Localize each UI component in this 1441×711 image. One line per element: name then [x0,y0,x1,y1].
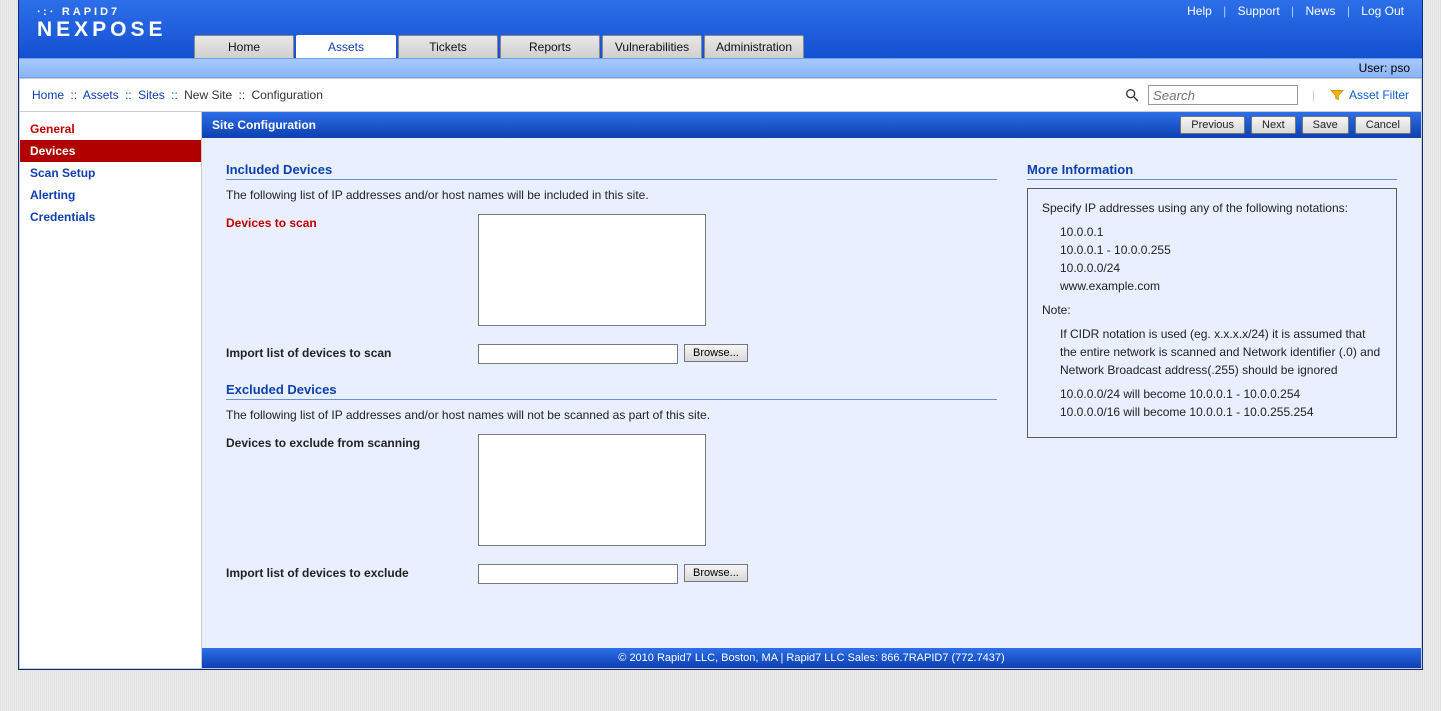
form-column: Included Devices The following list of I… [226,162,997,588]
filter-icon [1329,87,1345,103]
crumb-config: Configuration [252,88,323,102]
included-desc: The following list of IP addresses and/o… [226,188,997,202]
sidenav: General Devices Scan Setup Alerting Cred… [20,112,202,668]
top-links: Help | Support | News | Log Out [1179,0,1412,18]
crumb-assets[interactable]: Assets [83,88,119,102]
link-logout[interactable]: Log Out [1353,4,1412,18]
panel-buttons: Previous Next Save Cancel [1180,116,1411,134]
import-exclude-input[interactable] [478,564,678,584]
panel-body: Included Devices The following list of I… [202,138,1421,648]
link-news[interactable]: News [1297,4,1343,18]
link-help[interactable]: Help [1179,4,1220,18]
tab-vulnerabilities[interactable]: Vulnerabilities [602,35,702,58]
info-ex-3: 10.0.0.0/24 [1060,259,1382,277]
cancel-button[interactable]: Cancel [1355,116,1411,134]
breadcrumb: Home :: Assets :: Sites :: New Site :: C… [32,88,323,102]
info-intro: Specify IP addresses using any of the fo… [1042,199,1382,217]
panel-header: Site Configuration Previous Next Save Ca… [202,112,1421,138]
info-note-ex-1: 10.0.0.0/24 will become 10.0.0.1 - 10.0.… [1060,385,1382,403]
separator: | [1306,88,1321,102]
toolbar: Home :: Assets :: Sites :: New Site :: C… [19,78,1422,112]
asset-filter-label: Asset Filter [1349,88,1409,102]
import-exclude-label: Import list of devices to exclude [226,564,478,580]
info-column: More Information Specify IP addresses us… [1027,162,1397,438]
crumb-newsite: New Site [184,88,232,102]
content: General Devices Scan Setup Alerting Cred… [19,112,1422,669]
separator: | [1347,4,1350,18]
user-label: User: pso [1359,61,1410,75]
save-button[interactable]: Save [1302,116,1349,134]
devices-to-exclude-label: Devices to exclude from scanning [226,434,478,450]
sidenav-general[interactable]: General [20,118,201,140]
brand-line2: NEXPOSE [37,18,167,42]
browse-exclude-button[interactable]: Browse... [684,564,748,582]
asset-filter-link[interactable]: Asset Filter [1329,87,1409,103]
devices-to-scan-row: Devices to scan [226,214,997,326]
crumb-sites[interactable]: Sites [138,88,165,102]
devices-to-scan-textarea[interactable] [478,214,706,326]
user-bar: User: pso [19,58,1422,78]
main-panel: Site Configuration Previous Next Save Ca… [202,112,1421,668]
tab-assets[interactable]: Assets [296,35,396,58]
next-button[interactable]: Next [1251,116,1296,134]
sidenav-alerting[interactable]: Alerting [20,184,201,206]
separator: | [1223,4,1226,18]
devices-to-exclude-textarea[interactable] [478,434,706,546]
import-include-row: Import list of devices to scan Browse... [226,344,997,364]
info-note-label: Note: [1042,301,1382,319]
sidenav-scan-setup[interactable]: Scan Setup [20,162,201,184]
brand-line1: ∙:∙ RAPID7 [37,6,167,18]
link-support[interactable]: Support [1230,4,1288,18]
search-input[interactable] [1148,85,1298,105]
browse-include-button[interactable]: Browse... [684,344,748,362]
info-ex-2: 10.0.0.1 - 10.0.0.255 [1060,241,1382,259]
devices-to-scan-label: Devices to scan [226,214,478,230]
info-note-examples: 10.0.0.0/24 will become 10.0.0.1 - 10.0.… [1060,385,1382,421]
info-box: Specify IP addresses using any of the fo… [1027,188,1397,438]
separator: | [1291,4,1294,18]
info-ex-4: www.example.com [1060,277,1382,295]
excluded-desc: The following list of IP addresses and/o… [226,408,997,422]
previous-button[interactable]: Previous [1180,116,1245,134]
tabstrip: Home Assets Tickets Reports Vulnerabilit… [194,35,806,58]
footer-text: © 2010 Rapid7 LLC, Boston, MA | Rapid7 L… [618,652,1004,664]
crumb-home[interactable]: Home [32,88,64,102]
brand: ∙:∙ RAPID7 NEXPOSE [37,6,167,42]
app-shell: ∙:∙ RAPID7 NEXPOSE Help | Support | News… [18,0,1423,670]
search-icon [1124,87,1140,103]
sidenav-credentials[interactable]: Credentials [20,206,201,228]
devices-to-exclude-row: Devices to exclude from scanning [226,434,997,546]
import-exclude-row: Import list of devices to exclude Browse… [226,564,997,584]
panel-title: Site Configuration [212,118,316,132]
app-topbar: ∙:∙ RAPID7 NEXPOSE Help | Support | News… [19,0,1422,58]
info-note-body: If CIDR notation is used (eg. x.x.x.x/24… [1060,325,1382,379]
more-info-title: More Information [1027,162,1397,180]
info-ex-1: 10.0.0.1 [1060,223,1382,241]
included-title: Included Devices [226,162,997,180]
tab-home[interactable]: Home [194,35,294,58]
tab-tickets[interactable]: Tickets [398,35,498,58]
excluded-title: Excluded Devices [226,382,997,400]
tab-administration[interactable]: Administration [704,35,804,58]
info-note-ex-2: 10.0.0.0/16 will become 10.0.0.1 - 10.0.… [1060,403,1382,421]
import-include-label: Import list of devices to scan [226,344,478,360]
info-examples: 10.0.0.1 10.0.0.1 - 10.0.0.255 10.0.0.0/… [1060,223,1382,295]
footer: © 2010 Rapid7 LLC, Boston, MA | Rapid7 L… [202,648,1421,668]
import-include-input[interactable] [478,344,678,364]
tab-reports[interactable]: Reports [500,35,600,58]
search-wrap: | Asset Filter [1124,85,1409,105]
sidenav-devices[interactable]: Devices [20,140,201,162]
